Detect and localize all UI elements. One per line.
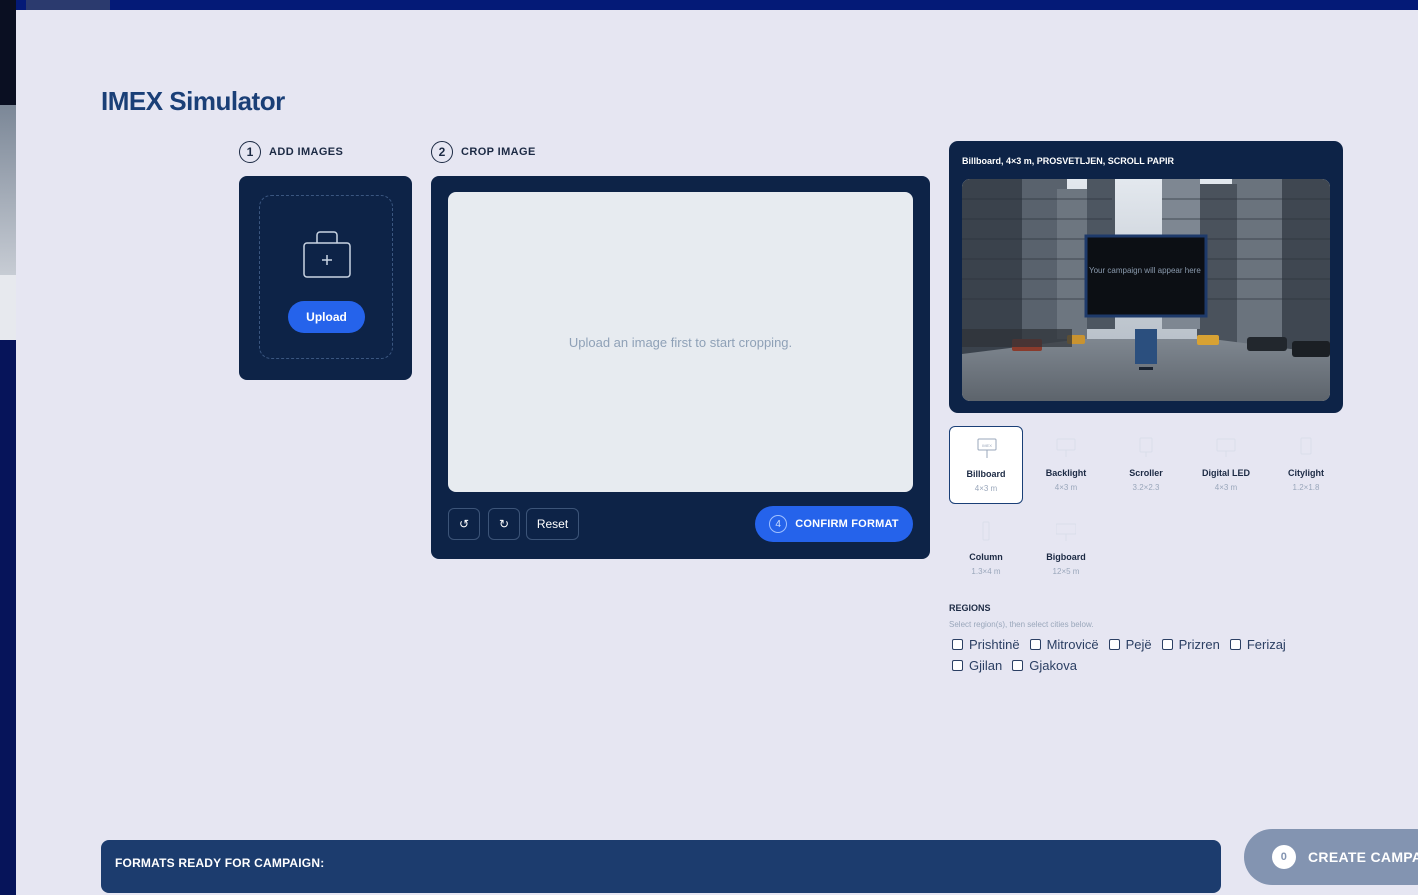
- format-name: Column: [969, 552, 1003, 562]
- campaign-count-badge: 0: [1272, 845, 1296, 869]
- format-name: Citylight: [1288, 468, 1324, 478]
- format-name: Bigboard: [1046, 552, 1086, 562]
- format-name: Billboard: [966, 469, 1006, 479]
- preview-header: Billboard, 4×3 m, PROSVETLJEN, SCROLL PA…: [962, 156, 1174, 166]
- regions-row-2: Gjilan Gjakova: [952, 658, 1077, 673]
- confirm-format-label: CONFIRM FORMAT: [795, 518, 899, 530]
- bigboard-icon: [1056, 523, 1076, 541]
- checkbox[interactable]: [1161, 639, 1173, 650]
- format-card-billboard[interactable]: IMEX Billboard 4×3 m: [949, 426, 1023, 504]
- regions-subtitle: Select region(s), then select cities bel…: [949, 620, 1094, 629]
- region-checkbox-prishtine[interactable]: Prishtinë: [952, 637, 1020, 652]
- create-campaign-label: CREATE CAMPAIGN: [1308, 849, 1418, 865]
- region-checkbox-peje[interactable]: Pejë: [1108, 637, 1152, 652]
- region-checkbox-prizren[interactable]: Prizren: [1161, 637, 1220, 652]
- digital-led-icon: [1216, 438, 1236, 457]
- step-label: ADD IMAGES: [269, 146, 344, 158]
- checkbox[interactable]: [1029, 639, 1041, 650]
- crop-area[interactable]: Upload an image first to start cropping.: [448, 192, 913, 492]
- rotate-left-icon: ↺: [458, 517, 470, 531]
- billboard-preview-image: Your campaign will appear here: [962, 179, 1330, 401]
- rotate-right-button[interactable]: ↻: [488, 508, 520, 540]
- upload-dropzone[interactable]: Upload: [259, 195, 393, 359]
- format-name: Scroller: [1129, 468, 1163, 478]
- format-size: 12×5 m: [1052, 567, 1080, 576]
- background-strip: [0, 0, 16, 895]
- format-size: 4×3 m: [974, 484, 998, 493]
- region-checkbox-ferizaj[interactable]: Ferizaj: [1229, 637, 1286, 652]
- step-add-images: 1 ADD IMAGES: [239, 141, 343, 163]
- format-size: 4×3 m: [1054, 483, 1078, 492]
- regions-row-1: Prishtinë Mitrovicë Pejë Prizren Ferizaj: [952, 637, 1286, 652]
- format-card-column[interactable]: Column 1.3×4 m: [949, 510, 1023, 588]
- rotate-left-button[interactable]: ↺: [448, 508, 480, 540]
- format-name: Backlight: [1045, 468, 1087, 478]
- billboard-icon: IMEX: [977, 438, 997, 458]
- checkbox[interactable]: [952, 660, 963, 671]
- rotate-right-icon: ↻: [498, 517, 510, 531]
- bag-plus-icon: [303, 231, 351, 278]
- region-label: Prizren: [1178, 637, 1220, 652]
- formats-ready-bar: FORMATS READY FOR CAMPAIGN:: [101, 840, 1221, 893]
- format-name: Digital LED: [1201, 468, 1250, 478]
- format-size: 3.2×2.3: [1132, 483, 1160, 492]
- step-number: 1: [239, 141, 261, 163]
- format-card-backlight[interactable]: Backlight 4×3 m: [1029, 426, 1103, 504]
- region-label: Mitrovicë: [1046, 637, 1099, 652]
- checkbox[interactable]: [1012, 660, 1024, 671]
- region-label: Ferizaj: [1246, 637, 1286, 652]
- region-label: Gjilan: [969, 658, 1003, 673]
- reset-button[interactable]: Reset: [526, 508, 579, 540]
- step-crop-image: 2 CROP IMAGE: [431, 141, 536, 163]
- upload-button[interactable]: Upload: [288, 301, 365, 333]
- region-checkbox-gjilan[interactable]: Gjilan: [952, 658, 1002, 673]
- simulator-page: IMEX Simulator 1 ADD IMAGES 2 CROP IMAGE…: [16, 10, 1418, 895]
- confirm-format-button[interactable]: 4 CONFIRM FORMAT: [755, 506, 913, 542]
- checkbox[interactable]: [952, 639, 963, 650]
- checkbox[interactable]: [1108, 639, 1120, 650]
- format-card-digital-led[interactable]: Digital LED 4×3 m: [1189, 426, 1263, 504]
- column-icon: [982, 521, 990, 541]
- region-label: Prishtinë: [969, 637, 1020, 652]
- region-label: Pejë: [1125, 637, 1152, 652]
- step-number: 4: [769, 515, 788, 533]
- format-card-citylight[interactable]: Citylight 1.2×1.8: [1269, 426, 1343, 504]
- crop-placeholder: Upload an image first to start cropping.: [568, 334, 793, 350]
- preview-panel: Billboard, 4×3 m, PROSVETLJEN, SCROLL PA…: [949, 141, 1343, 413]
- format-size: 1.2×1.8: [1292, 483, 1320, 492]
- format-size: 1.3×4 m: [971, 567, 1001, 576]
- page-title: IMEX Simulator: [101, 86, 285, 116]
- crop-panel: Upload an image first to start cropping.…: [431, 176, 930, 559]
- billboard-overlay-text: Your campaign will appear here: [1089, 266, 1201, 275]
- region-checkbox-mitrovice[interactable]: Mitrovicë: [1029, 637, 1099, 652]
- backlight-icon: [1056, 438, 1076, 457]
- svg-text:IMEX: IMEX: [982, 443, 992, 448]
- region-label: Gjakova: [1029, 658, 1077, 673]
- checkbox[interactable]: [1229, 639, 1241, 650]
- region-checkbox-gjakova[interactable]: Gjakova: [1012, 658, 1077, 673]
- formats-ready-label: FORMATS READY FOR CAMPAIGN:: [115, 856, 325, 870]
- citylight-icon: [1300, 437, 1312, 455]
- upload-panel: Upload: [239, 176, 412, 380]
- regions-title: REGIONS: [949, 603, 991, 613]
- format-card-bigboard[interactable]: Bigboard 12×5 m: [1029, 510, 1103, 588]
- step-label: CROP IMAGE: [461, 146, 536, 158]
- scroller-icon: [1139, 437, 1153, 457]
- top-band: [16, 0, 1418, 10]
- format-size: 4×3 m: [1214, 483, 1238, 492]
- format-card-scroller[interactable]: Scroller 3.2×2.3: [1109, 426, 1183, 504]
- create-campaign-button[interactable]: 0 CREATE CAMPAIGN: [1244, 829, 1418, 885]
- step-number: 2: [431, 141, 453, 163]
